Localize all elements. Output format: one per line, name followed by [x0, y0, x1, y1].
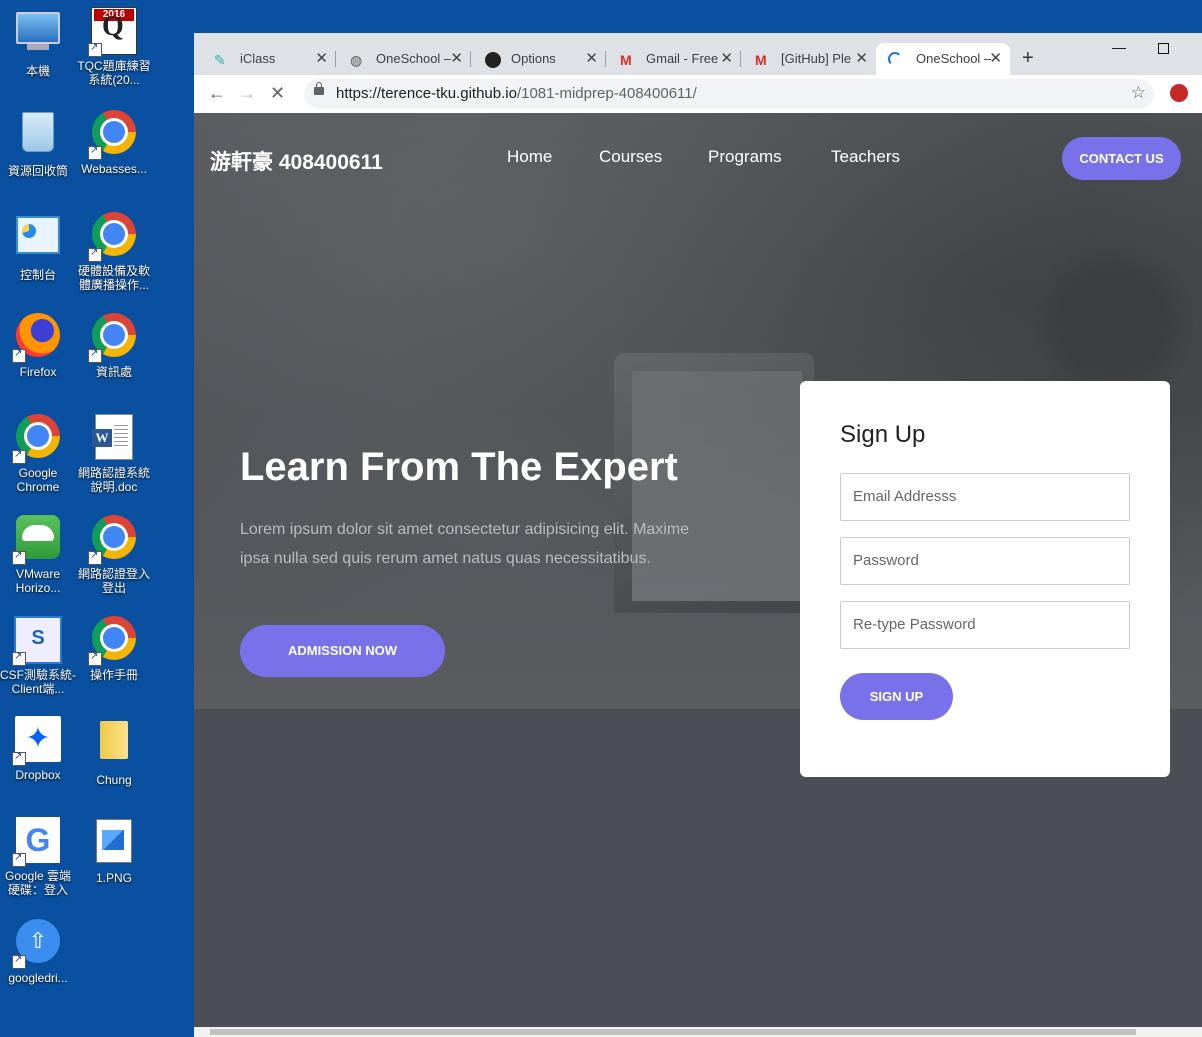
- nav-courses[interactable]: Courses: [599, 147, 662, 167]
- tab-options[interactable]: Options ✕: [471, 43, 606, 75]
- gmail-icon: M: [755, 52, 767, 68]
- signup-title: Sign Up: [840, 421, 926, 448]
- loading-icon: [888, 52, 902, 66]
- desktop-icon-chung[interactable]: Chung: [76, 715, 152, 787]
- desktop: 本機 2016Q TQC題庫練習系統(20... 資源回收筒 Webasses.…: [0, 0, 193, 1037]
- admission-now-button[interactable]: ADMISSION NOW: [240, 625, 445, 677]
- desktop-icon-control-panel[interactable]: 控制台: [0, 210, 76, 282]
- chrome-icon: [88, 212, 138, 262]
- site-brand[interactable]: 游軒豪 408400611: [210, 146, 383, 176]
- desktop-icon-png[interactable]: 1.PNG: [76, 816, 152, 885]
- nav-teachers[interactable]: Teachers: [831, 147, 900, 167]
- signup-card: Sign Up SIGN UP: [800, 381, 1170, 777]
- tab-strip: ✎ iClass ✕ ◍ OneSchool – ✕ Options ✕ M G…: [194, 33, 1202, 75]
- lock-icon: [314, 82, 324, 95]
- minimize-icon[interactable]: —: [1112, 39, 1126, 55]
- horizontal-scrollbar[interactable]: [194, 1027, 1202, 1037]
- desktop-icon-recycle-bin[interactable]: 資源回收筒: [0, 108, 76, 178]
- tab-oneschool-1[interactable]: ◍ OneSchool – ✕: [336, 43, 471, 75]
- retype-password-input[interactable]: [841, 602, 1113, 646]
- globe-icon: ◍: [350, 52, 363, 68]
- desktop-icon-google-drive-login[interactable]: G Google 雲端硬碟：登入: [0, 816, 76, 897]
- vmware-horizon-icon: [12, 515, 62, 565]
- password-input[interactable]: [841, 538, 1113, 582]
- chrome-icon: [88, 110, 138, 160]
- tqc-icon: 2016 Q: [88, 7, 138, 57]
- desktop-icon-dropbox[interactable]: ✦ Dropbox: [0, 715, 76, 782]
- image-file-icon: [90, 819, 138, 867]
- recycle-bin-icon: [14, 112, 62, 160]
- forward-icon[interactable]: →: [238, 83, 256, 104]
- desktop-icon-manual[interactable]: 操作手冊: [76, 614, 152, 682]
- control-panel-icon: [14, 216, 62, 264]
- desktop-icon-auth-login[interactable]: 網路認證登入登出: [76, 513, 152, 595]
- gmail-icon: M: [620, 52, 632, 68]
- nav-programs[interactable]: Programs: [708, 147, 782, 167]
- tab-gmail[interactable]: M Gmail - Free ✕: [606, 43, 741, 75]
- close-icon[interactable]: ✕: [989, 49, 1002, 67]
- url-text: https://terence-tku.github.io/1081-midpr…: [336, 85, 697, 102]
- address-bar[interactable]: https://terence-tku.github.io/1081-midpr…: [304, 79, 1154, 109]
- browser-toolbar: ← → ✕ https://terence-tku.github.io/1081…: [194, 75, 1202, 114]
- close-icon[interactable]: ✕: [720, 49, 733, 67]
- tab-iclass[interactable]: ✎ iClass ✕: [200, 43, 336, 75]
- close-icon[interactable]: ✕: [585, 49, 598, 67]
- chrome-icon: [88, 313, 138, 363]
- web-page: 游軒豪 408400611 Home Courses Programs Teac…: [194, 113, 1202, 1037]
- stop-loading-icon[interactable]: ✕: [270, 83, 285, 104]
- desktop-icon-info-office[interactable]: 資訊處: [76, 311, 152, 379]
- chrome-icon: [88, 616, 138, 666]
- dropbox-icon: ✦: [12, 716, 62, 766]
- tab-github-mail[interactable]: M [GitHub] Ple ✕: [741, 43, 876, 75]
- desktop-icon-this-pc[interactable]: 本機: [0, 8, 76, 78]
- csf-icon: S: [12, 616, 62, 666]
- email-input[interactable]: [841, 474, 1113, 518]
- desktop-icon-vmware[interactable]: VMware Horizo...: [0, 513, 76, 595]
- desktop-icon-hardware-broadcast[interactable]: 硬體設備及軟體廣播操作...: [76, 210, 152, 292]
- cloud-upload-icon: ⇧: [12, 919, 62, 969]
- retype-password-field[interactable]: [840, 601, 1130, 649]
- site-header: 游軒豪 408400611 Home Courses Programs Teac…: [194, 113, 1202, 203]
- desktop-icon-google-chrome[interactable]: Google Chrome: [0, 412, 76, 494]
- hero-lead-text: Lorem ipsum dolor sit amet consectetur a…: [240, 521, 690, 567]
- hero-headline: Learn From The Expert: [240, 445, 678, 489]
- close-icon[interactable]: ✕: [315, 49, 328, 67]
- bookmark-star-icon[interactable]: ☆: [1131, 83, 1146, 103]
- desktop-icon-tqc[interactable]: 2016Q TQC題庫練習系統(20...: [76, 6, 152, 87]
- chrome-icon: [12, 414, 62, 464]
- desktop-icon-googledrive[interactable]: ⇧ googledri...: [0, 917, 76, 985]
- google-icon: G: [12, 817, 62, 867]
- iclass-icon: ✎: [214, 52, 226, 68]
- word-doc-icon: W: [90, 414, 138, 462]
- back-icon[interactable]: ←: [208, 83, 226, 104]
- desktop-icon-firefox[interactable]: Firefox: [0, 311, 76, 379]
- nav-home[interactable]: Home: [507, 147, 552, 167]
- sign-up-button[interactable]: SIGN UP: [840, 673, 953, 720]
- email-field[interactable]: [840, 473, 1130, 521]
- github-icon: [485, 52, 501, 68]
- desktop-icon-webassess[interactable]: Webasses...: [76, 108, 152, 176]
- close-icon[interactable]: ✕: [855, 49, 868, 67]
- firefox-icon: [12, 313, 62, 363]
- browser-window: ✎ iClass ✕ ◍ OneSchool – ✕ Options ✕ M G…: [194, 33, 1202, 1037]
- contact-us-button[interactable]: CONTACT US: [1062, 137, 1181, 180]
- chrome-icon: [88, 515, 138, 565]
- new-tab-button[interactable]: +: [1022, 47, 1034, 70]
- desktop-icon-auth-doc[interactable]: W 網路認證系統說明.doc: [76, 412, 152, 494]
- close-icon[interactable]: ✕: [450, 49, 463, 67]
- maximize-icon[interactable]: [1158, 43, 1169, 54]
- desktop-icon-csf[interactable]: S CSF測驗系統-Client端...: [0, 614, 76, 696]
- tab-oneschool-active[interactable]: OneSchool – ✕: [876, 43, 1010, 75]
- extension-icon[interactable]: [1170, 84, 1188, 102]
- password-field[interactable]: [840, 537, 1130, 585]
- folder-icon: [90, 721, 138, 769]
- scrollbar-thumb[interactable]: [210, 1029, 1136, 1035]
- computer-icon: [14, 12, 62, 60]
